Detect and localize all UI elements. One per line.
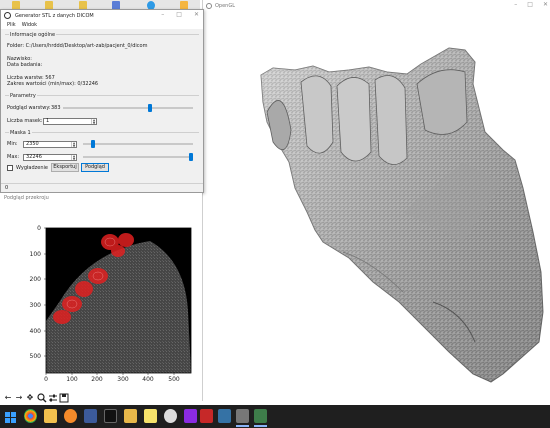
layer-preview-slider-track[interactable] (63, 107, 193, 109)
value-range-label: Zakres wartości (min/max): 0/32246 (7, 81, 99, 87)
visual-studio-icon[interactable] (184, 409, 197, 423)
parameters-group: Parametry Podgląd warstwy: 383 Liczba ma… (5, 93, 199, 129)
terminal-icon[interactable] (104, 409, 117, 423)
layer-preview-slider[interactable] (148, 104, 153, 112)
opengl-window-controls: – □ ✕ (514, 1, 548, 8)
mask-min-label: Min: (7, 141, 18, 147)
mask-count-label: Liczba masek: (7, 118, 43, 124)
y-tick-label: 0 (37, 225, 41, 232)
python-icon[interactable] (218, 409, 231, 423)
mask-min-slider[interactable] (90, 140, 95, 148)
y-tick-label: 100 (30, 251, 42, 258)
opengl-titlebar[interactable]: OpenGL (203, 0, 550, 12)
minimize-icon[interactable]: – (514, 1, 517, 8)
pan-icon[interactable]: ✥ (25, 392, 35, 402)
y-tick-label: 300 (30, 302, 42, 309)
opengl-window: OpenGL – □ ✕ (202, 0, 550, 401)
settings-app-icon[interactable] (84, 409, 97, 423)
app-logo-icon (4, 12, 11, 19)
windows-start-icon[interactable] (4, 409, 17, 423)
maximize-icon[interactable]: □ (176, 11, 182, 18)
y-tick-label: 400 (30, 328, 42, 335)
exam-date-label: Data badania: (7, 62, 43, 68)
mask-min-value: 2350 (26, 141, 39, 147)
mask-max-value: 32246 (26, 154, 42, 160)
unreal-icon[interactable] (164, 409, 177, 423)
folder-path: Folder: C:/Users/hrddd/Desktop/art-zab/p… (7, 43, 148, 49)
mask-min-spinbox[interactable]: 2350 ▲ ▼ (23, 141, 77, 148)
layer-preview-label: Podgląd warstwy: (7, 105, 51, 111)
app-icon-gray[interactable] (236, 409, 249, 423)
close-icon[interactable]: ✕ (194, 11, 199, 18)
export-button[interactable]: Eksportuj (51, 163, 79, 172)
sticky-notes-icon[interactable] (144, 409, 157, 423)
x-tick-label: 500 (168, 376, 180, 383)
generator-title: Generator STL z danych DICOM (15, 12, 94, 19)
mask-max-slider[interactable] (189, 153, 193, 161)
slice-preview-window: Podgląd przekroju 0 100 200 300 400 500 … (0, 193, 202, 407)
app-icon-red[interactable] (200, 409, 213, 423)
blender-icon[interactable] (64, 409, 77, 423)
close-icon[interactable]: ✕ (543, 1, 548, 8)
save-icon[interactable] (58, 392, 69, 403)
mask-max-slider-track[interactable] (83, 156, 193, 158)
arrow-left-icon[interactable]: ← (3, 392, 13, 402)
menu-file[interactable]: Plik (7, 22, 16, 28)
mask-max-spinbox[interactable]: 32246 ▲ ▼ (23, 154, 77, 161)
plot-toolbar: ← → ✥ (3, 392, 69, 403)
generator-body: Informacje ogólne Folder: C:/Users/hrddd… (5, 31, 199, 182)
mask-heading: Maska 1 (9, 130, 32, 136)
y-axis: 0 100 200 300 400 500 (30, 225, 46, 360)
active-app-indicator (236, 425, 249, 427)
x-tick-label: 200 (91, 376, 103, 383)
general-info-heading: Informacje ogólne (9, 32, 57, 38)
jaw-bone-model (260, 47, 544, 383)
opengl-title: OpenGL (215, 3, 236, 9)
mask-min-slider-track[interactable] (83, 143, 193, 145)
chrome-icon[interactable] (24, 409, 37, 423)
minimize-icon[interactable]: – (161, 11, 164, 18)
y-tick-label: 200 (30, 276, 42, 283)
taskbar (0, 405, 550, 428)
opengl-3d-viewport[interactable] (203, 12, 550, 401)
arrow-right-icon[interactable]: → (14, 392, 24, 402)
maximize-icon[interactable]: □ (527, 1, 533, 8)
generator-window-controls: – □ ✕ (161, 11, 199, 18)
preview-button[interactable]: Podgląd (81, 163, 109, 172)
folder-icon-2[interactable] (124, 409, 137, 423)
generator-titlebar[interactable]: Generator STL z danych DICOM – □ ✕ (1, 10, 203, 21)
x-tick-label: 0 (44, 376, 48, 383)
spinbox-arrows-icon[interactable]: ▲ ▼ (71, 155, 76, 160)
menu-bar: Plik Widok (1, 21, 203, 29)
layer-preview-value: 383 (51, 105, 61, 111)
spinbox-arrows-icon[interactable]: ▲ ▼ (91, 119, 96, 124)
parameters-heading: Parametry (9, 93, 37, 99)
active-app-indicator (254, 425, 267, 427)
general-info-group: Informacje ogólne Folder: C:/Users/hrddd… (5, 32, 199, 92)
stl-generator-icon[interactable] (254, 409, 267, 423)
status-bar: 0 (1, 183, 203, 192)
x-tick-label: 100 (66, 376, 78, 383)
ct-slice-image (45, 227, 192, 374)
smoothing-label: Wygładzenie (16, 165, 48, 171)
y-tick-label: 500 (30, 353, 42, 360)
smoothing-checkbox[interactable] (7, 165, 13, 171)
mask-count-spinbox[interactable]: 1 ▲ ▼ (43, 118, 97, 125)
generator-window: Generator STL z danych DICOM – □ ✕ Plik … (0, 9, 204, 193)
spinbox-arrows-icon[interactable]: ▲ ▼ (71, 142, 76, 147)
x-tick-label: 400 (142, 376, 154, 383)
opengl-logo-icon (206, 3, 212, 9)
slice-preview-plot[interactable]: 0 100 200 300 400 500 0 100 200 300 400 … (0, 201, 202, 383)
menu-view[interactable]: Widok (22, 22, 37, 28)
configure-icon[interactable] (47, 392, 57, 402)
x-tick-label: 300 (117, 376, 129, 383)
zoom-icon[interactable] (36, 392, 47, 403)
x-axis: 0 100 200 300 400 500 (44, 373, 180, 383)
folder-icon[interactable] (44, 409, 57, 423)
mask-count-value: 1 (46, 118, 50, 124)
mask-max-label: Max: (7, 154, 20, 160)
